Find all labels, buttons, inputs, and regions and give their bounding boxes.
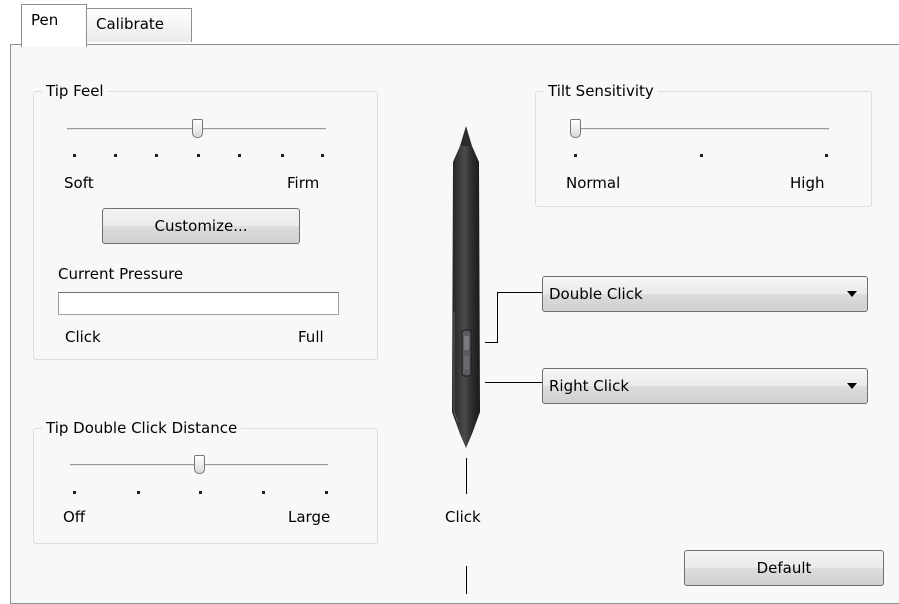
tip-feel-tick — [281, 154, 284, 157]
lower-switch-dropdown[interactable]: Right Click — [542, 368, 868, 404]
dropdown-arrow-icon — [847, 383, 857, 389]
tab-pen-label: Pen — [31, 11, 59, 29]
double-click-max-label: Large — [288, 508, 331, 526]
tilt-tick — [574, 154, 577, 157]
tip-feel-tick — [197, 154, 200, 157]
customize-button-label: Customize... — [154, 217, 248, 235]
double-click-tick — [262, 491, 265, 494]
tab-strip: Pen Calibrate — [0, 0, 899, 47]
tip-connector-bottom — [466, 566, 467, 594]
tab-calibrate-label: Calibrate — [96, 15, 164, 33]
tip-feel-min-label: Soft — [64, 174, 94, 192]
current-pressure-bar — [58, 292, 339, 315]
tip-connector — [466, 458, 467, 494]
current-pressure-label: Current Pressure — [58, 265, 184, 283]
tip-feel-max-label: Firm — [287, 174, 320, 192]
double-click-tick — [325, 491, 328, 494]
dropdown-arrow-icon — [847, 291, 857, 297]
tilt-max-label: High — [790, 174, 825, 192]
default-button-label: Default — [756, 559, 812, 577]
default-button[interactable]: Default — [684, 550, 884, 586]
tab-calibrate[interactable]: Calibrate — [86, 8, 192, 42]
pressure-max-label: Full — [298, 328, 324, 346]
pressure-min-label: Click — [65, 328, 101, 346]
upper-switch-connector — [497, 292, 498, 343]
tip-feel-tick — [238, 154, 241, 157]
tab-pen[interactable]: Pen — [21, 4, 87, 47]
tilt-min-label: Normal — [566, 174, 621, 192]
upper-switch-value: Double Click — [549, 285, 643, 303]
tip-feel-slider-thumb[interactable] — [192, 119, 203, 138]
tip-feel-tick — [73, 154, 76, 157]
tip-feel-tick — [114, 154, 117, 157]
tilt-sensitivity-title: Tilt Sensitivity — [544, 82, 658, 100]
tip-feel-tick — [155, 154, 158, 157]
double-click-slider-thumb[interactable] — [194, 455, 205, 474]
tip-feel-title: Tip Feel — [42, 82, 108, 100]
lower-switch-connector — [485, 382, 542, 383]
tilt-slider-thumb[interactable] — [570, 119, 581, 138]
tip-feel-tick — [321, 154, 324, 157]
tip-double-click-group: Tip Double Click Distance — [33, 419, 378, 544]
double-click-tick — [137, 491, 140, 494]
tilt-slider-track[interactable] — [570, 128, 829, 130]
tilt-tick — [825, 154, 828, 157]
tip-double-click-title: Tip Double Click Distance — [42, 419, 242, 437]
upper-switch-dropdown[interactable]: Double Click — [542, 276, 868, 312]
tilt-tick — [700, 154, 703, 157]
customize-button[interactable]: Customize... — [102, 208, 300, 244]
double-click-tick — [73, 491, 76, 494]
lower-switch-value: Right Click — [549, 377, 630, 395]
double-click-min-label: Off — [63, 508, 86, 526]
upper-switch-connector — [497, 292, 542, 293]
tip-click-label: Click — [445, 508, 481, 526]
pen-illustration — [452, 126, 480, 448]
double-click-tick — [199, 491, 202, 494]
